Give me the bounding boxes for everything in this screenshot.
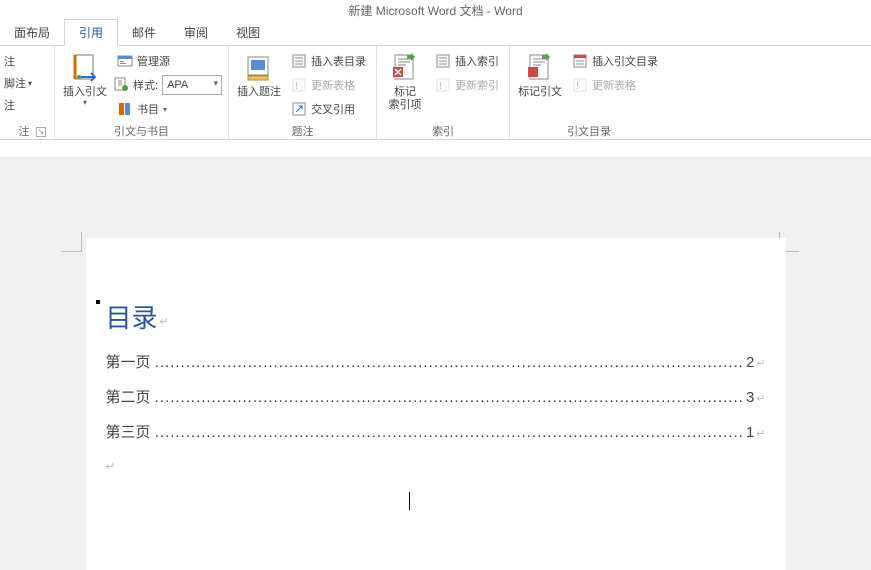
update-index-button[interactable]: ! 更新索引 xyxy=(431,74,503,96)
footnote-item-3[interactable]: 注 xyxy=(0,94,48,116)
tof-icon xyxy=(291,53,307,69)
cross-reference-button[interactable]: 交叉引用 xyxy=(287,98,370,120)
citation-style-row: 样式: APA xyxy=(113,74,222,96)
mark-citation-button[interactable]: 标记引文 xyxy=(516,50,564,101)
chevron-down-icon: ▾ xyxy=(83,98,87,107)
tab-view[interactable]: 视图 xyxy=(222,20,274,45)
toc-entry-page: 2 xyxy=(742,354,754,371)
text-cursor xyxy=(409,492,410,510)
insert-toa-button[interactable]: 插入引文目录 xyxy=(568,50,662,72)
group-captions: 插入题注 插入表目录 ! 更新表格 交叉引用 题注 xyxy=(229,46,377,139)
group-toa: 标记引文 插入引文目录 ! 更新表格 引文目录 xyxy=(510,46,668,139)
footnotes-launcher-icon[interactable]: ↘ xyxy=(36,127,46,137)
manage-sources-icon xyxy=(117,53,133,69)
toc-entry[interactable]: 第二页 ....................................… xyxy=(106,386,766,407)
title-bar: 新建 Microsoft Word 文档 - Word xyxy=(0,0,871,22)
group-footnotes: 注 脚注 ▾ 注 注 ↘ xyxy=(0,46,55,139)
footnote-item-1[interactable]: 注 xyxy=(0,50,48,72)
insert-table-of-figures-button[interactable]: 插入表目录 xyxy=(287,50,370,72)
manage-sources-button[interactable]: 管理源 xyxy=(113,50,222,72)
tab-review[interactable]: 审阅 xyxy=(170,20,222,45)
insert-caption-button[interactable]: 插入题注 xyxy=(235,50,283,101)
update-toa-icon: ! xyxy=(572,77,588,93)
group-citations: 插入引文 ▾ 管理源 样式: APA 书目 ▾ 引文与书目 xyxy=(55,46,229,139)
citation-style-select[interactable]: APA xyxy=(162,75,222,95)
toc-entry-label: 第二页 xyxy=(106,386,151,407)
bibliography-button[interactable]: 书目 ▾ xyxy=(113,98,222,120)
group-label-captions: 题注 xyxy=(235,121,370,139)
document-page[interactable]: 目录 第一页 .................................… xyxy=(86,238,786,570)
svg-text:!: ! xyxy=(295,81,298,92)
para-mark-icon: ↵ xyxy=(756,357,765,370)
ruler-area xyxy=(0,140,871,158)
svg-text:!: ! xyxy=(576,81,579,92)
toc-leader: ........................................… xyxy=(155,354,742,371)
insert-citation-icon xyxy=(69,52,101,84)
group-label-index: 索引 xyxy=(383,121,503,139)
insert-citation-button[interactable]: 插入引文 ▾ xyxy=(61,50,109,109)
mark-index-entry-button[interactable]: 标记索引项 xyxy=(383,50,427,114)
mark-citation-icon xyxy=(524,52,556,84)
para-mark-icon: ↵ xyxy=(106,456,766,477)
svg-text:!: ! xyxy=(439,81,442,92)
bibliography-icon xyxy=(117,101,133,117)
cross-ref-icon xyxy=(291,101,307,117)
style-icon xyxy=(113,76,129,95)
toc-entry[interactable]: 第一页 ....................................… xyxy=(106,351,766,372)
toc-leader: ........................................… xyxy=(155,424,742,441)
document-area[interactable]: 目录 第一页 .................................… xyxy=(0,158,871,570)
group-label-toa: 引文目录 xyxy=(516,121,662,139)
toc-entry[interactable]: 第三页 ....................................… xyxy=(106,421,766,442)
toc-entry-page: 3 xyxy=(742,389,754,406)
update-toa-button[interactable]: ! 更新表格 xyxy=(568,74,662,96)
update-icon: ! xyxy=(291,77,307,93)
tab-page-layout[interactable]: 面布局 xyxy=(0,20,64,45)
tab-references[interactable]: 引用 xyxy=(64,19,118,46)
footnote-item-2[interactable]: 脚注 ▾ xyxy=(0,72,48,94)
page-corner-tl xyxy=(62,232,82,252)
bullet-icon xyxy=(96,300,100,304)
toc-entry-page: 1 xyxy=(742,424,754,441)
tab-mailings[interactable]: 邮件 xyxy=(118,20,170,45)
update-index-icon: ! xyxy=(435,77,451,93)
mark-entry-icon xyxy=(389,52,421,84)
insert-index-icon xyxy=(435,53,451,69)
ribbon-tabs: 面布局 引用 邮件 审阅 视图 xyxy=(0,22,871,46)
para-mark-icon: ↵ xyxy=(756,392,765,405)
toc-entry-label: 第三页 xyxy=(106,421,151,442)
group-index: 标记索引项 插入索引 ! 更新索引 索引 xyxy=(377,46,510,139)
toc-leader: ........................................… xyxy=(155,389,742,406)
insert-caption-icon xyxy=(243,52,275,84)
insert-toa-icon xyxy=(572,53,588,69)
ribbon: 注 脚注 ▾ 注 注 ↘ 插入引文 ▾ 管理源 xyxy=(0,46,871,140)
para-mark-icon: ↵ xyxy=(756,427,765,440)
group-label-footnotes: 注 ↘ xyxy=(0,121,48,139)
toc-heading[interactable]: 目录 xyxy=(106,298,766,335)
toc-entry-label: 第一页 xyxy=(106,351,151,372)
update-tof-button[interactable]: ! 更新表格 xyxy=(287,74,370,96)
group-label-citations: 引文与书目 xyxy=(61,121,222,139)
insert-index-button[interactable]: 插入索引 xyxy=(431,50,503,72)
